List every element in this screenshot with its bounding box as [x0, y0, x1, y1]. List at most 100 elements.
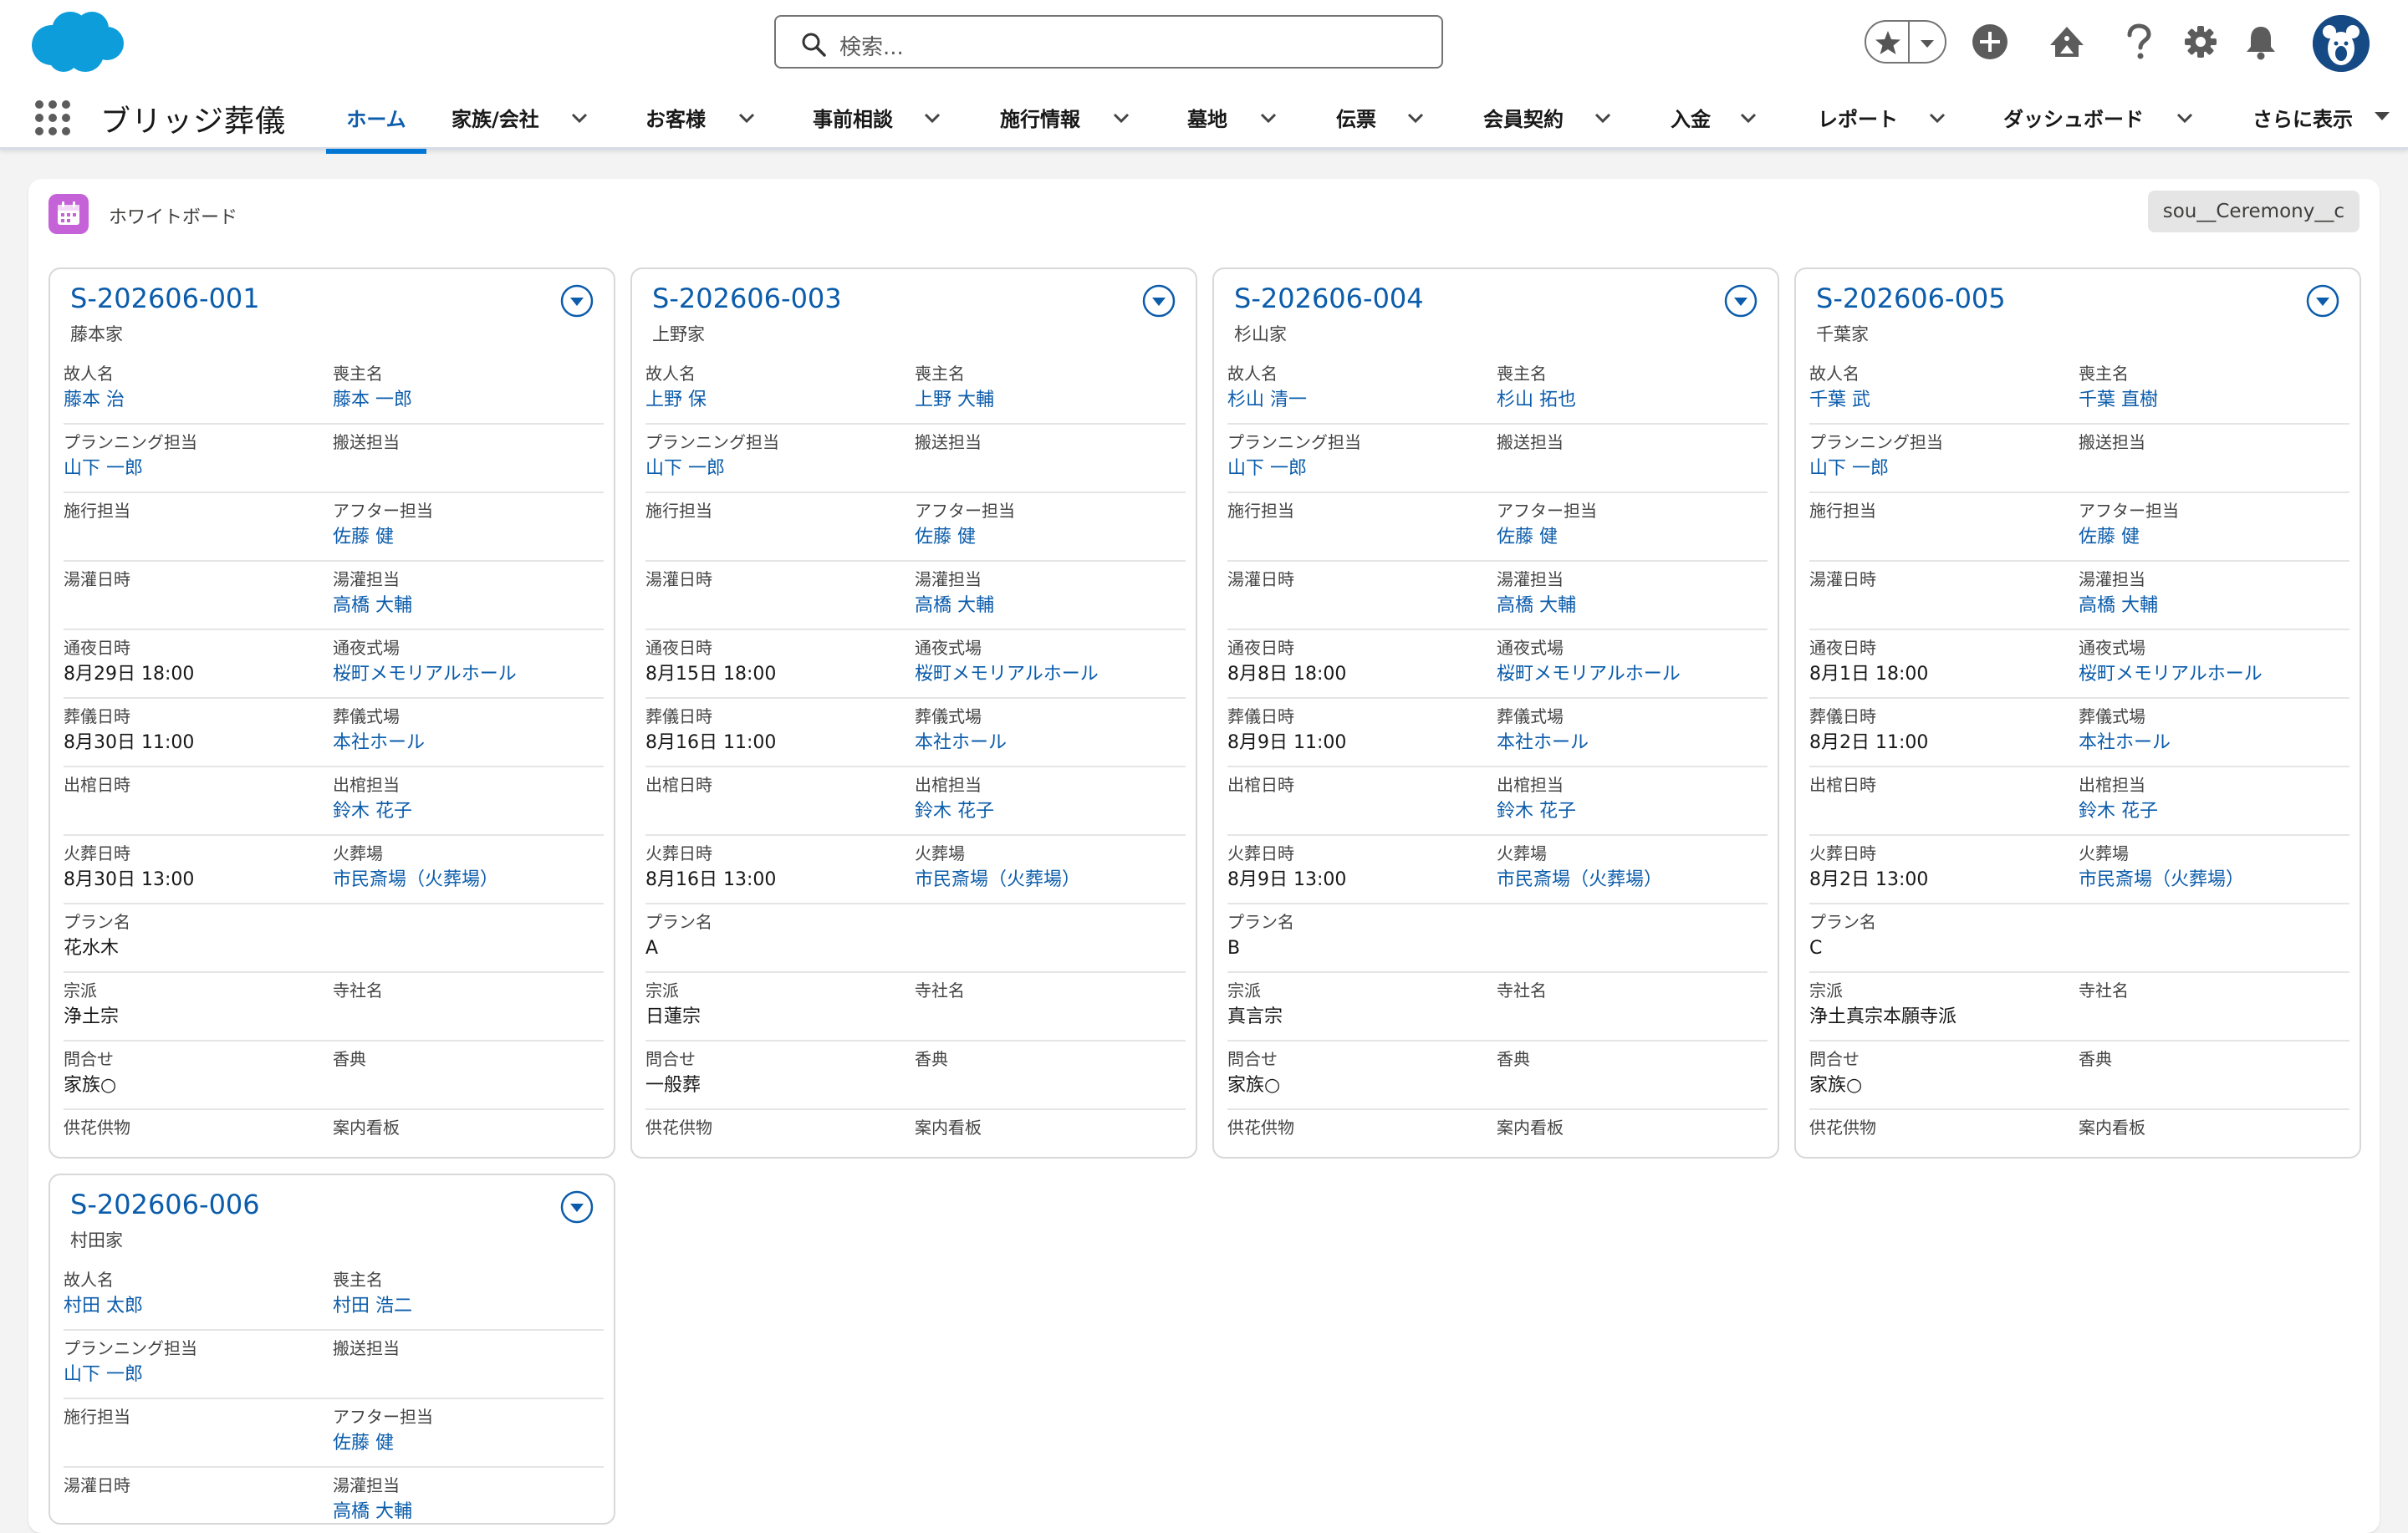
- field-row: 故人名 藤本 治 喪主名 藤本 一郎: [64, 356, 604, 425]
- ceremony-number-link[interactable]: S-202606-006: [70, 1189, 260, 1220]
- field-value[interactable]: 佐藤 健: [333, 525, 599, 550]
- field-value[interactable]: 杉山 拓也: [1497, 388, 1763, 413]
- field-value[interactable]: 高橋 大輔: [333, 1500, 599, 1523]
- tab-reports[interactable]: レポート: [1818, 84, 1898, 150]
- app-launcher-icon[interactable]: [33, 99, 72, 137]
- field-value[interactable]: 本社ホール: [1497, 731, 1763, 756]
- caret-down-icon[interactable]: [2373, 107, 2391, 125]
- chevron-down-icon[interactable]: [570, 109, 589, 127]
- chevron-down-icon[interactable]: [923, 109, 941, 127]
- field-value[interactable]: 桜町メモリアルホール: [1497, 662, 1763, 687]
- field-label: 搬送担当: [2079, 432, 2145, 452]
- tab-dashboards[interactable]: ダッシュボード: [2003, 84, 2144, 150]
- tab-family-company[interactable]: 家族/会社: [452, 84, 539, 150]
- tab-more[interactable]: さらに表示: [2252, 84, 2353, 150]
- field-value[interactable]: 鈴木 花子: [1497, 799, 1763, 824]
- field-label: 火葬場: [915, 843, 965, 863]
- field-tsuya-date: 通夜日時 8月15日 18:00: [645, 637, 911, 687]
- field-value[interactable]: 鈴木 花子: [915, 799, 1181, 824]
- field-value[interactable]: 高橋 大輔: [333, 593, 599, 619]
- field-value[interactable]: 藤本 治: [64, 388, 329, 413]
- field-value[interactable]: 村田 浩二: [333, 1294, 599, 1319]
- field-value[interactable]: 山下 一郎: [1809, 456, 2075, 481]
- field-value[interactable]: 佐藤 健: [333, 1431, 599, 1456]
- tab-customers[interactable]: お客様: [645, 84, 706, 150]
- field-value[interactable]: 鈴木 花子: [2079, 799, 2344, 824]
- field-value[interactable]: 上野 保: [645, 388, 911, 413]
- field-value[interactable]: 高橋 大輔: [2079, 593, 2344, 619]
- field-value[interactable]: 上野 大輔: [915, 388, 1181, 413]
- field-value[interactable]: 千葉 直樹: [2079, 388, 2344, 413]
- field-value[interactable]: 市民斎場（火葬場）: [333, 868, 599, 893]
- field-value[interactable]: 千葉 武: [1809, 388, 2075, 413]
- field-value[interactable]: 山下 一郎: [64, 1362, 329, 1388]
- chevron-down-icon[interactable]: [1406, 109, 1425, 127]
- ceremony-number-link[interactable]: S-202606-004: [1234, 283, 1424, 314]
- tab-ceremony-info[interactable]: 施行情報: [1000, 84, 1080, 150]
- field-value[interactable]: 市民斎場（火葬場）: [2079, 868, 2344, 893]
- favorites-button-group[interactable]: [1865, 20, 1946, 64]
- card-menu-chevron-icon[interactable]: [560, 1190, 594, 1224]
- field-value[interactable]: 杉山 清一: [1227, 388, 1493, 413]
- chevron-down-icon[interactable]: [1918, 34, 1936, 53]
- tab-pre-consultation[interactable]: 事前相談: [813, 84, 893, 150]
- field-value[interactable]: 山下 一郎: [645, 456, 911, 481]
- field-value[interactable]: 桜町メモリアルホール: [2079, 662, 2344, 687]
- field-offerings: 供花供物: [1809, 1117, 2075, 1157]
- field-value[interactable]: 佐藤 健: [915, 525, 1181, 550]
- field-value[interactable]: 本社ホール: [915, 731, 1181, 756]
- ceremony-number-link[interactable]: S-202606-003: [652, 283, 842, 314]
- field-value[interactable]: 山下 一郎: [64, 456, 329, 481]
- field-value[interactable]: 高橋 大輔: [915, 593, 1181, 619]
- chevron-down-icon[interactable]: [1928, 109, 1946, 127]
- field-value[interactable]: 市民斎場（火葬場）: [915, 868, 1181, 893]
- field-value[interactable]: 鈴木 花子: [333, 799, 599, 824]
- chevron-down-icon[interactable]: [1594, 109, 1612, 127]
- field-value[interactable]: 本社ホール: [2079, 731, 2344, 756]
- chevron-down-icon[interactable]: [737, 109, 756, 127]
- cloud-logo-icon[interactable]: [27, 7, 125, 75]
- field-plan: プラン名 A: [645, 911, 911, 961]
- bell-icon[interactable]: [2237, 18, 2284, 65]
- card-menu-chevron-icon[interactable]: [1724, 284, 1758, 318]
- field-value[interactable]: 桜町メモリアルホール: [915, 662, 1181, 687]
- chevron-down-icon[interactable]: [1259, 109, 1278, 127]
- field-row: 湯灌日時 湯灌担当 高橋 大輔: [1227, 562, 1768, 630]
- field-value[interactable]: 藤本 一郎: [333, 388, 599, 413]
- field-shukkan-staff: 出棺担当 鈴木 花子: [915, 774, 1181, 824]
- field-sect: 宗派 日蓮宗: [645, 980, 911, 1030]
- trailhead-icon[interactable]: [2043, 18, 2090, 65]
- field-value[interactable]: 市民斎場（火葬場）: [1497, 868, 1763, 893]
- gear-icon[interactable]: [2177, 18, 2224, 65]
- card-menu-chevron-icon[interactable]: [2306, 284, 2339, 318]
- chevron-down-icon[interactable]: [1112, 109, 1130, 127]
- field-label: 香典: [2079, 1049, 2112, 1069]
- field-value[interactable]: 高橋 大輔: [1497, 593, 1763, 619]
- tab-label: 施行情報: [1000, 107, 1080, 131]
- star-icon[interactable]: [1875, 29, 1901, 56]
- ceremony-number-link[interactable]: S-202606-001: [70, 283, 260, 314]
- tab-slips[interactable]: 伝票: [1336, 84, 1376, 150]
- field-value[interactable]: 佐藤 健: [2079, 525, 2344, 550]
- field-value[interactable]: 桜町メモリアルホール: [333, 662, 599, 687]
- ceremony-number-link[interactable]: S-202606-005: [1816, 283, 2006, 314]
- field-chief-mourner: 喪主名 杉山 拓也: [1497, 363, 1763, 413]
- tab-payments[interactable]: 入金: [1671, 84, 1711, 150]
- field-value[interactable]: 本社ホール: [333, 731, 599, 756]
- field-value[interactable]: 村田 太郎: [64, 1294, 329, 1319]
- field-value[interactable]: 佐藤 健: [1497, 525, 1763, 550]
- field-row: 火葬日時 8月16日 13:00 火葬場 市民斎場（火葬場）: [645, 836, 1186, 904]
- field-value[interactable]: 山下 一郎: [1227, 456, 1493, 481]
- chevron-down-icon[interactable]: [1739, 109, 1758, 127]
- global-actions-add-icon[interactable]: [1967, 18, 2013, 65]
- avatar[interactable]: [2313, 15, 2370, 72]
- global-search-input[interactable]: 検索...: [774, 15, 1443, 69]
- help-icon[interactable]: [2115, 18, 2162, 65]
- tab-cemetery[interactable]: 墓地: [1187, 84, 1227, 150]
- card-menu-chevron-icon[interactable]: [560, 284, 594, 318]
- chevron-down-icon[interactable]: [2176, 109, 2194, 127]
- field-deceased: 故人名 千葉 武: [1809, 363, 2075, 413]
- tab-home[interactable]: ホーム: [326, 84, 426, 154]
- card-menu-chevron-icon[interactable]: [1142, 284, 1176, 318]
- tab-membership[interactable]: 会員契約: [1483, 84, 1564, 150]
